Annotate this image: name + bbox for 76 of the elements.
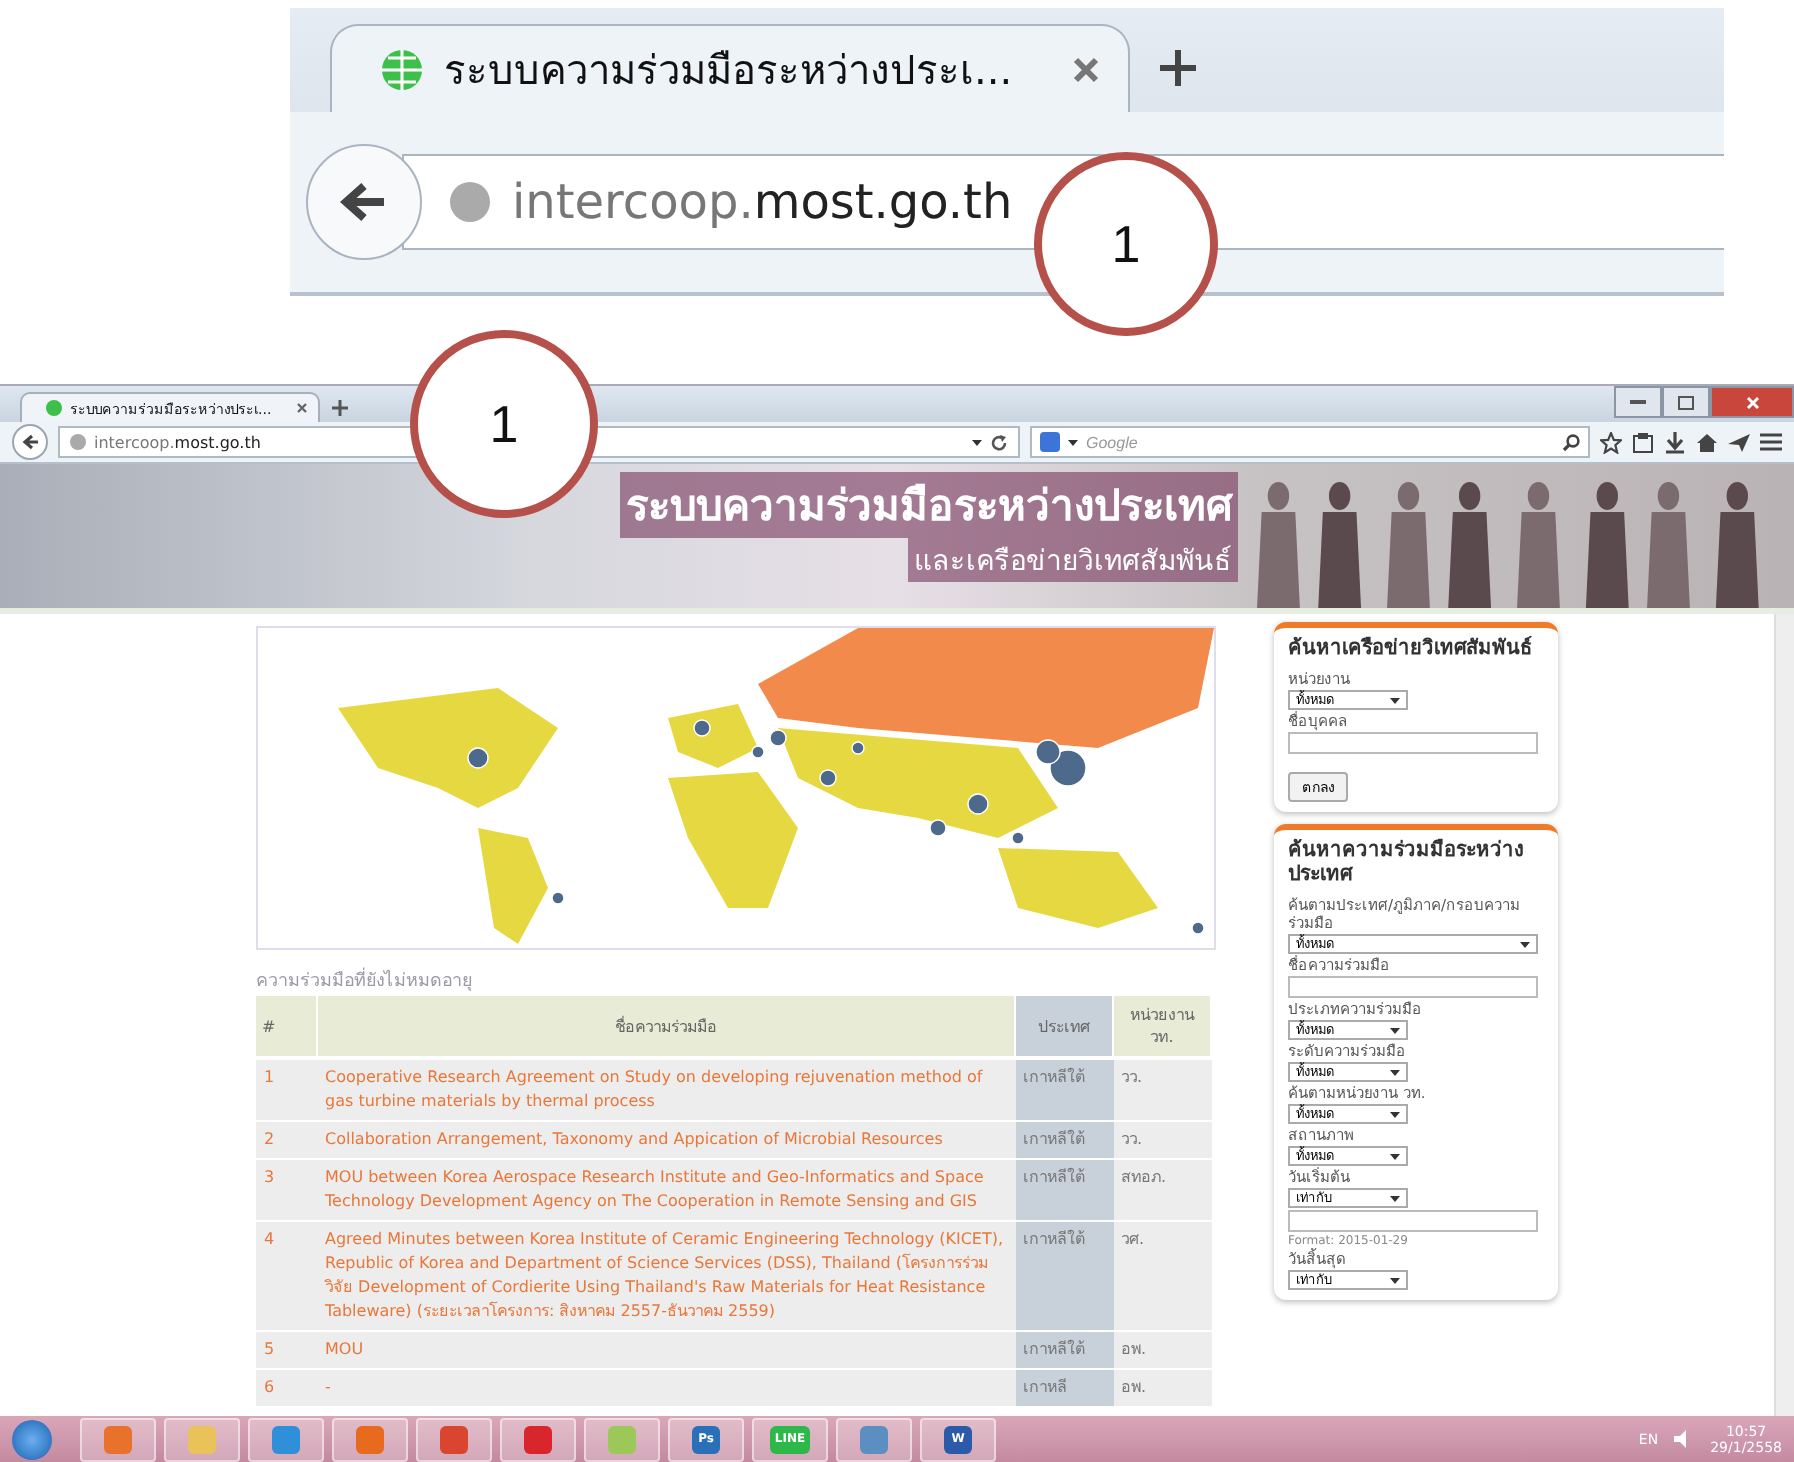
table-cell: สทอภ. (1113, 1159, 1211, 1221)
download-icon[interactable] (1664, 431, 1686, 453)
reload-icon[interactable] (990, 433, 1008, 451)
table-cell: 4 (256, 1221, 317, 1331)
search-field[interactable]: Google (1086, 433, 1554, 451)
star-icon[interactable] (1600, 431, 1622, 453)
table-cell: เกาหลีใต้ (1015, 1058, 1113, 1121)
table-cell: วว. (1113, 1121, 1211, 1159)
taskbar-app[interactable] (80, 1417, 156, 1461)
close-button[interactable] (1710, 386, 1794, 418)
panel-title: ค้นหาเครือข่ายวิเทศสัมพันธ์ (1288, 638, 1532, 662)
taskbar-app[interactable] (416, 1417, 492, 1461)
caret-icon (1068, 439, 1078, 445)
table-cell: 1 (256, 1058, 317, 1121)
input-field[interactable] (1288, 732, 1538, 754)
plus-icon[interactable] (332, 400, 348, 416)
clipboard-icon[interactable] (1632, 431, 1654, 453)
menu-icon[interactable] (1760, 432, 1782, 452)
minimize-icon (1630, 399, 1646, 405)
scrollbar[interactable] (1774, 614, 1794, 1416)
table-cell: 2 (256, 1121, 317, 1159)
close-icon (1745, 395, 1759, 409)
caret-icon (1390, 697, 1400, 703)
table-cell: อพ. (1113, 1369, 1211, 1407)
site-subtitle: และเครือข่ายวิเทศสัมพันธ์ (908, 538, 1238, 582)
taskbar-app[interactable] (500, 1417, 576, 1461)
close-icon[interactable] (296, 402, 308, 414)
table-cell: เกาหลีใต้ (1015, 1331, 1113, 1369)
tab-title: ระบบความร่วมมือระหว่างประเ... (444, 43, 1015, 97)
caret-icon (1390, 1111, 1400, 1117)
column-header: # (256, 996, 317, 1058)
column-header: หน่วยงาน วท. (1113, 996, 1211, 1058)
minimize-button[interactable] (1614, 386, 1662, 418)
table-cell: เกาหลีใต้ (1015, 1121, 1113, 1159)
table-cell: อพ. (1113, 1331, 1211, 1369)
home-icon[interactable] (1696, 431, 1718, 453)
send-icon[interactable] (1728, 431, 1750, 453)
taskbar-app[interactable] (836, 1417, 912, 1461)
table-cell: 5 (256, 1331, 317, 1369)
start-button[interactable] (12, 1419, 52, 1459)
search-icon[interactable] (1562, 433, 1580, 451)
search-bar[interactable]: Google (1030, 426, 1590, 458)
panel-title: ค้นหาความร่วมมือระหว่างประเทศ (1288, 840, 1526, 888)
table-cell: วศ. (1113, 1221, 1211, 1331)
table-cell: 3 (256, 1159, 317, 1221)
caret-icon (1390, 1027, 1400, 1033)
maximize-icon (1678, 395, 1694, 409)
plus-icon[interactable] (1158, 48, 1198, 88)
caret-icon (972, 439, 982, 445)
back-button[interactable] (12, 424, 48, 460)
caret-icon (1390, 1069, 1400, 1075)
table-cell: วว. (1113, 1058, 1211, 1121)
search-engine-icon (1040, 432, 1060, 452)
table-caption: ความร่วมมือที่ยังไม่หมดอายุ (256, 966, 1212, 994)
site-title: ระบบความร่วมมือระหว่างประเทศ (620, 472, 1238, 538)
table-cell: 6 (256, 1369, 317, 1407)
taskbar-app[interactable] (332, 1417, 408, 1461)
arrow-left-icon (340, 182, 388, 222)
table-cell: เกาหลีใต้ (1015, 1221, 1113, 1331)
caret-icon (1390, 1195, 1400, 1201)
input-field[interactable] (1288, 1210, 1538, 1232)
browser-tab[interactable]: ระบบความร่วมมือระหว่างประเ... (330, 24, 1130, 112)
taskbar-app[interactable] (248, 1417, 324, 1461)
caret-icon (1520, 941, 1530, 947)
caret-icon (1390, 1153, 1400, 1159)
maximize-button[interactable] (1662, 386, 1710, 418)
url-text: intercoop.most.go.th (94, 433, 263, 451)
table-cell: เกาหลีใต้ (1015, 1159, 1113, 1221)
close-icon[interactable] (1072, 55, 1100, 83)
column-header: ประเทศ (1015, 996, 1113, 1058)
url-text: intercoop.most.go.th (512, 174, 1013, 230)
table-cell: เกาหลี (1015, 1369, 1113, 1407)
arrow-left-icon (21, 434, 39, 450)
column-header: ชื่อความร่วมมือ (317, 996, 1015, 1058)
input-field[interactable] (1288, 976, 1538, 998)
caret-icon (1390, 1277, 1400, 1283)
